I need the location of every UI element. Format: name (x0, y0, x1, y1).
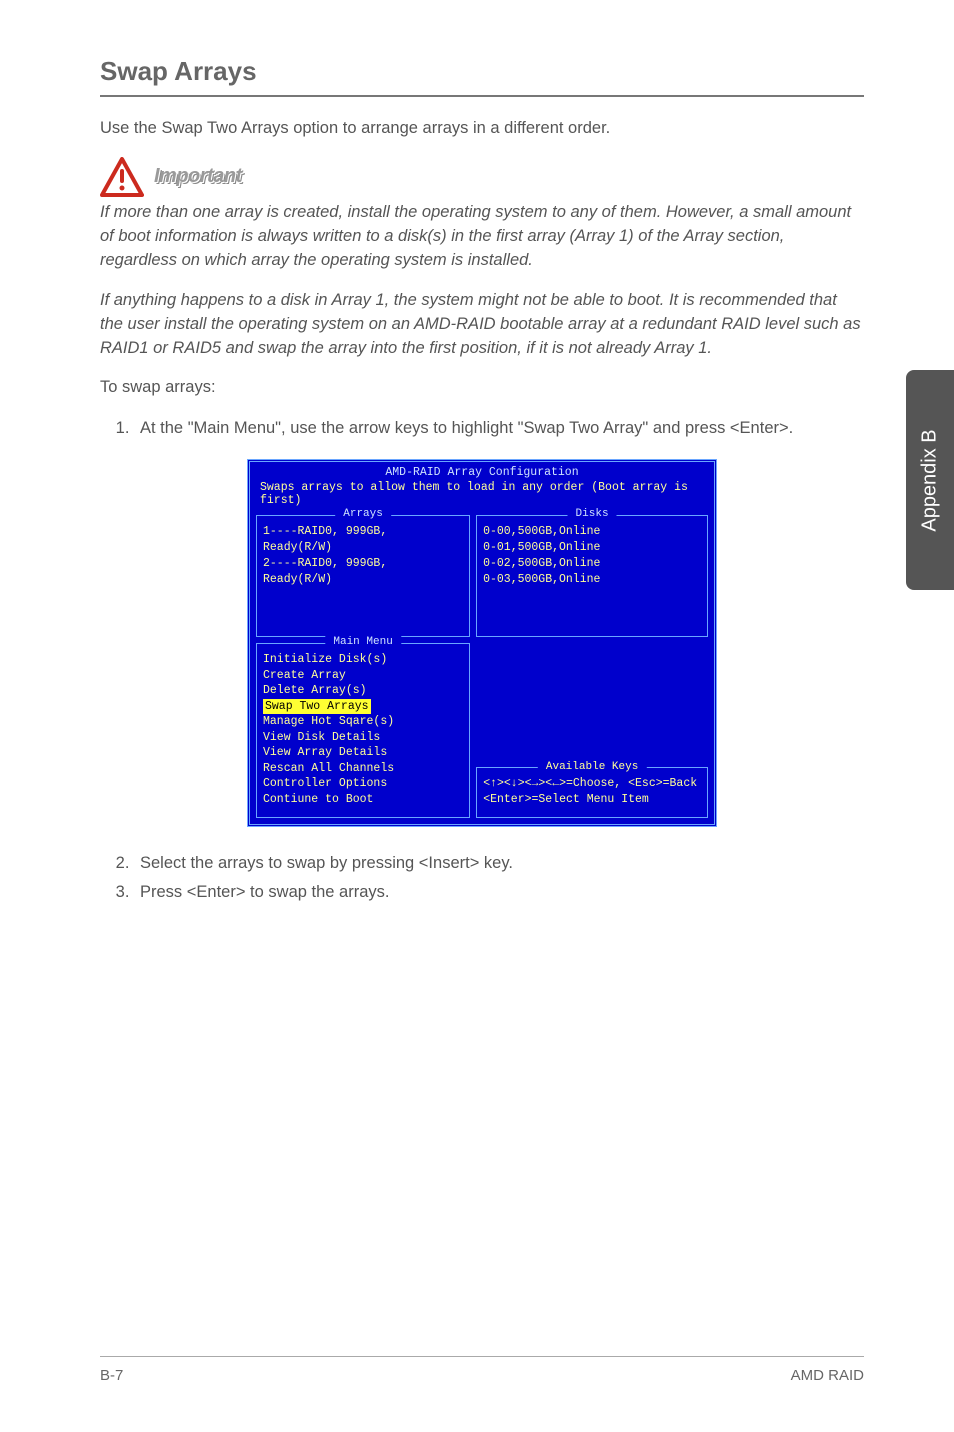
step-2: Select the arrays to swap by pressing <I… (134, 851, 864, 876)
side-tab: Appendix B (906, 370, 954, 590)
disks-panel-title: Disks (568, 508, 617, 520)
disks-panel: Disks 0-00,500GB,Online 0-01,500GB,Onlin… (476, 515, 708, 637)
important-callout: Important (100, 157, 864, 197)
important-paragraph-2: If anything happens to a disk in Array 1… (100, 289, 864, 361)
intro-text: Use the Swap Two Arrays option to arrang… (100, 117, 864, 141)
footer-page-number: B-7 (100, 1367, 123, 1384)
array-row: 1----RAID0, 999GB, Ready(R/W) (263, 524, 463, 556)
menu-item-view-array[interactable]: View Array Details (263, 745, 463, 761)
side-tab-label: Appendix B (919, 429, 942, 531)
bios-header: AMD-RAID Array Configuration (256, 466, 708, 479)
menu-item-delete[interactable]: Delete Array(s) (263, 683, 463, 699)
menu-item-initialize[interactable]: Initialize Disk(s) (263, 652, 463, 668)
steps-list-1: At the "Main Menu", use the arrow keys t… (100, 416, 864, 441)
menu-item-create[interactable]: Create Array (263, 668, 463, 684)
array-row: 2----RAID0, 999GB, Ready(R/W) (263, 556, 463, 588)
main-menu-panel: Main Menu Initialize Disk(s) Create Arra… (256, 643, 470, 818)
step-1: At the "Main Menu", use the arrow keys t… (134, 416, 864, 441)
menu-item-manage-hot-spare[interactable]: Manage Hot Sqare(s) (263, 714, 463, 730)
disk-row: 0-03,500GB,Online (483, 572, 701, 588)
menu-item-view-disk[interactable]: View Disk Details (263, 730, 463, 746)
menu-item-rescan[interactable]: Rescan All Channels (263, 761, 463, 777)
disk-row: 0-01,500GB,Online (483, 540, 701, 556)
available-keys-panel: Available Keys <↑><↓><→><←>=Choose, <Esc… (476, 767, 708, 818)
step-3: Press <Enter> to swap the arrays. (134, 880, 864, 905)
page-footer: B-7 AMD RAID (100, 1356, 864, 1384)
disk-row: 0-00,500GB,Online (483, 524, 701, 540)
menu-item-continue-boot[interactable]: Contiune to Boot (263, 792, 463, 808)
main-menu-title: Main Menu (325, 636, 400, 648)
arrays-panel: Arrays 1----RAID0, 999GB, Ready(R/W) 2--… (256, 515, 470, 637)
available-keys-line-2: <Enter>=Select Menu Item (483, 792, 701, 808)
to-swap-label: To swap arrays: (100, 376, 864, 400)
available-keys-line-1: <↑><↓><→><←>=Choose, <Esc>=Back (483, 776, 701, 792)
disk-row: 0-02,500GB,Online (483, 556, 701, 572)
important-paragraph-1: If more than one array is created, insta… (100, 201, 864, 273)
arrays-panel-title: Arrays (335, 508, 391, 520)
warning-icon (100, 157, 144, 197)
menu-item-controller-options[interactable]: Controller Options (263, 776, 463, 792)
important-label: Important (154, 165, 242, 188)
steps-list-2: Select the arrays to swap by pressing <I… (100, 851, 864, 905)
bios-sub: Swaps arrays to allow them to load in an… (260, 481, 708, 507)
available-keys-title: Available Keys (538, 760, 646, 775)
menu-item-swap-two-arrays[interactable]: Swap Two Arrays (263, 699, 371, 715)
page-title: Swap Arrays (100, 56, 864, 97)
footer-section: AMD RAID (791, 1367, 864, 1384)
bios-screen: AMD-RAID Array Configuration Swaps array… (247, 459, 717, 827)
